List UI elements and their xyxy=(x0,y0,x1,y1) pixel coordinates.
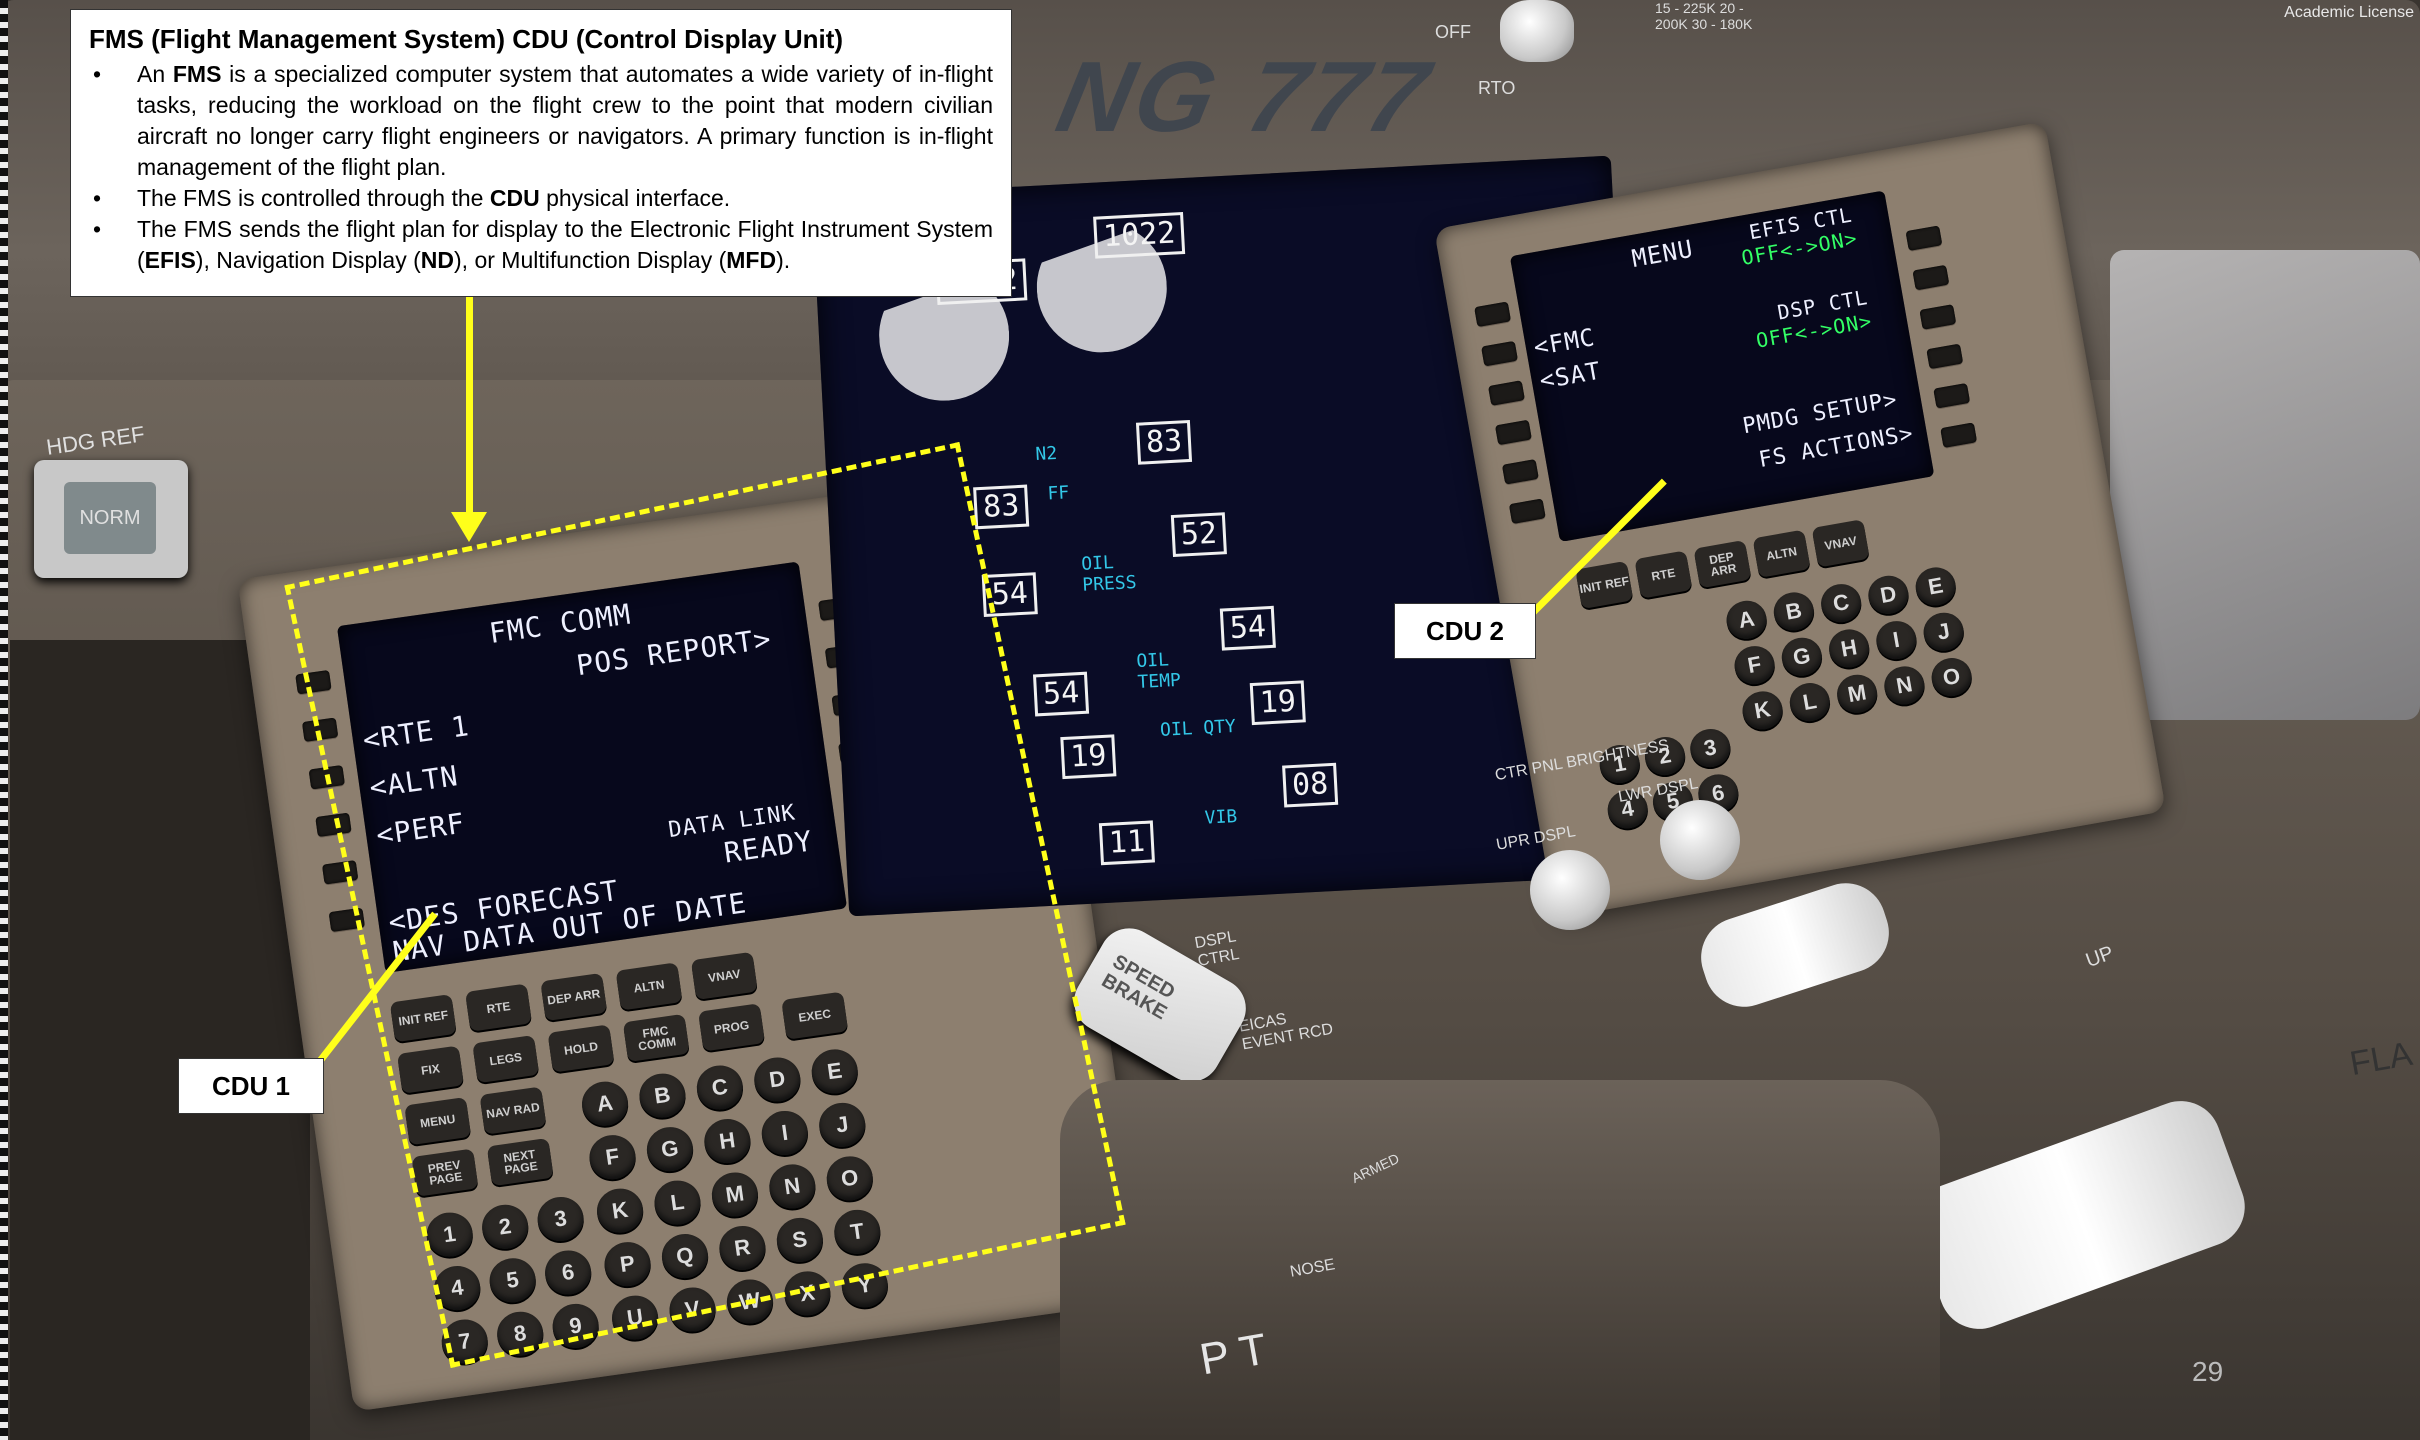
hdg-ref-norm-label: NORM xyxy=(79,506,141,529)
n2-label: N2 xyxy=(1034,442,1058,466)
speeds-text: 15 - 225K 20 - 200K 30 - 180K xyxy=(1655,0,1753,32)
callout-b3-t2: ), Navigation Display ( xyxy=(195,247,421,273)
cdu2-lsk-r1[interactable] xyxy=(1905,225,1943,251)
oil-temp-label: OIL TEMP xyxy=(1135,649,1182,694)
lwr-dspl-knob[interactable] xyxy=(1660,800,1740,880)
cdu2-lsk-l4[interactable] xyxy=(1494,419,1532,446)
callout-b3-nd: ND xyxy=(420,247,454,273)
cdu2-key-o[interactable]: O xyxy=(1928,654,1975,700)
cdu2-key-altn[interactable]: ALTN xyxy=(1752,529,1811,578)
oil-qty-left: 19 xyxy=(1060,734,1117,780)
cdu2-sat: <SAT xyxy=(1537,356,1604,395)
vib-right: 08 xyxy=(1282,762,1339,808)
cdu2-key-k[interactable]: K xyxy=(1739,688,1786,733)
callout-pointer-arrowhead xyxy=(451,512,487,542)
cdu2-key-vnav[interactable]: VNAV xyxy=(1811,519,1870,568)
cdu2-lsk-r5[interactable] xyxy=(1933,382,1971,409)
hdg-ref-norm-button[interactable]: NORM xyxy=(64,482,156,554)
cdu2-unit: MENU EFIS CTL OFF<->ON> <FMC <SAT DSP CT… xyxy=(1433,121,2167,919)
cdu2-key-f[interactable]: F xyxy=(1731,642,1778,688)
cdu2-key-init-ref[interactable]: INIT REF xyxy=(1575,560,1634,610)
info-callout: FMS (Flight Management System) CDU (Cont… xyxy=(70,9,1012,297)
cdu2-key-c[interactable]: C xyxy=(1818,580,1865,626)
cdu2-key-m[interactable]: M xyxy=(1834,671,1881,716)
cdu2-key-g[interactable]: G xyxy=(1778,634,1825,679)
callout-list: An FMS is a specialized computer system … xyxy=(89,59,993,276)
vib-label: VIB xyxy=(1204,806,1238,829)
callout-b1-bold: FMS xyxy=(172,61,222,87)
n2-left-value: 83 xyxy=(973,484,1030,530)
cdu2-key-b[interactable]: B xyxy=(1770,589,1817,634)
oil-press-right: 52 xyxy=(1170,512,1228,558)
right-side-block xyxy=(2110,250,2420,720)
cdu2-title: MENU xyxy=(1629,234,1696,273)
left-edge-border xyxy=(0,0,8,1440)
callout-b2-pre: The FMS is controlled through the xyxy=(137,185,490,211)
callout-b1-pre: An xyxy=(137,61,173,87)
cdu2-key-a[interactable]: A xyxy=(1723,597,1770,642)
callout-b3-t3: ), or Multifunction Display ( xyxy=(454,247,727,273)
cdu1-label: CDU 1 xyxy=(178,1058,324,1114)
cdu2-lsk-l2[interactable] xyxy=(1481,340,1519,367)
cdu2-lsk-r2[interactable] xyxy=(1912,264,1950,291)
academic-license-text: Academic License xyxy=(2284,4,2414,21)
cockpit-scene: NG 777 15 - 225K 20 - 200K 30 - 180K OFF… xyxy=(0,0,2420,1440)
cdu2-lsk-l1[interactable] xyxy=(1474,301,1512,328)
cdu2-screen: MENU EFIS CTL OFF<->ON> <FMC <SAT DSP CT… xyxy=(1509,190,1935,542)
callout-bullet-1: An FMS is a specialized computer system … xyxy=(89,59,993,183)
speed-brake-label: SPEED BRAKE xyxy=(1097,950,1179,1025)
oil-press-label: OIL PRESS xyxy=(1080,552,1138,596)
hdg-ref-switch[interactable]: NORM xyxy=(34,460,188,578)
cdu2-key-h[interactable]: H xyxy=(1826,626,1873,671)
callout-pointer-line xyxy=(466,297,473,517)
cdu2-key-l[interactable]: L xyxy=(1786,679,1833,725)
oil-temp-right: 54 xyxy=(1219,605,1277,651)
callout-title: FMS (Flight Management System) CDU (Cont… xyxy=(89,24,844,54)
cdu2-key-d[interactable]: D xyxy=(1865,572,1912,617)
cdu2-lsk-r4[interactable] xyxy=(1926,343,1964,370)
cdu2-key-e[interactable]: E xyxy=(1912,564,1959,609)
cdu2-key-n[interactable]: N xyxy=(1881,663,1928,708)
oil-qty-right: 19 xyxy=(1249,680,1306,726)
upr-dspl-knob[interactable] xyxy=(1530,850,1610,930)
callout-bullet-2: The FMS is controlled through the CDU ph… xyxy=(89,183,993,214)
cdu2-key-j[interactable]: J xyxy=(1920,609,1967,654)
cdu2-lsk-r3[interactable] xyxy=(1919,304,1957,330)
cdu2-fmc: <FMC xyxy=(1531,323,1598,362)
boeing-text: NG 777 xyxy=(1048,41,1441,153)
ff-label: FF xyxy=(1047,482,1070,505)
throttle-quadrant xyxy=(1060,1080,1940,1440)
cdu2-label: CDU 2 xyxy=(1394,603,1536,659)
autobrake-knob[interactable] xyxy=(1500,0,1574,62)
callout-b2-bold: CDU xyxy=(489,185,540,211)
callout-b2-text: physical interface. xyxy=(539,185,731,211)
callout-b3-t4: ). xyxy=(776,247,791,273)
cdu2-key-rte[interactable]: RTE xyxy=(1634,550,1693,599)
cdu2-key-i[interactable]: I xyxy=(1873,617,1920,663)
cdu2-lsk-r6[interactable] xyxy=(1940,422,1978,448)
n1-right-value: 1022 xyxy=(1093,212,1186,259)
cdu2-lsk-l3[interactable] xyxy=(1488,380,1525,406)
oil-temp-left: 54 xyxy=(1032,671,1090,717)
n2-right-value: 83 xyxy=(1135,419,1193,465)
oil-qty-label: OIL QTY xyxy=(1159,715,1237,741)
cdu2-key-dep-arr[interactable]: DEP ARR xyxy=(1693,539,1752,589)
callout-bullet-3: The FMS sends the flight plan for displa… xyxy=(89,214,993,276)
cdu2-lsk-l6[interactable] xyxy=(1508,498,1546,525)
callout-b1-text: is a specialized computer system that au… xyxy=(137,61,993,180)
vib-left: 11 xyxy=(1098,820,1156,866)
callout-b3-mfd: MFD xyxy=(726,247,777,273)
autobrake-rto-label: RTO xyxy=(1478,78,1516,98)
page-number: 29 xyxy=(2192,1356,2224,1387)
cdu2-key-3[interactable]: 3 xyxy=(1687,725,1734,771)
callout-b3-efis: EFIS xyxy=(144,247,196,273)
autobrake-off-label: OFF xyxy=(1435,22,1471,42)
cdu2-lsk-l5[interactable] xyxy=(1501,459,1539,485)
